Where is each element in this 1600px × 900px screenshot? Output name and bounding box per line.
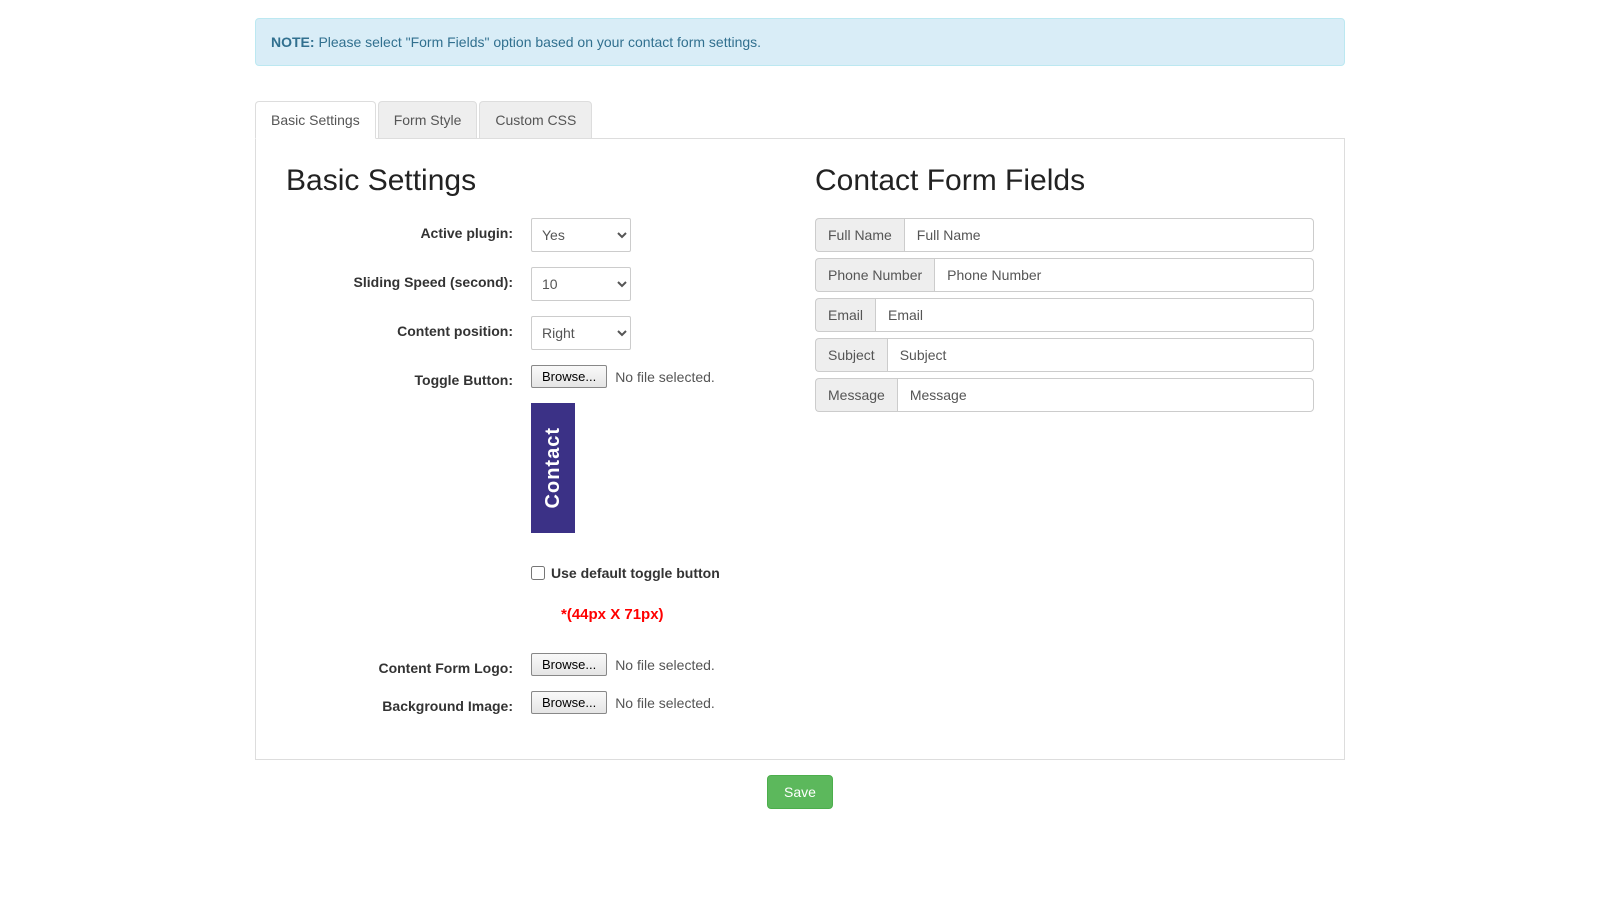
phone-number-input[interactable] xyxy=(934,258,1314,292)
toggle-file-status: No file selected. xyxy=(615,369,715,385)
field-addon: Message xyxy=(815,378,897,412)
toggle-browse-button[interactable]: Browse... xyxy=(531,365,607,388)
toggle-button-label: Toggle Button: xyxy=(286,365,531,388)
use-default-toggle-checkbox[interactable] xyxy=(531,566,545,580)
field-row-phone-number: Phone Number xyxy=(815,258,1314,292)
full-name-input[interactable] xyxy=(904,218,1314,252)
tab-form-style[interactable]: Form Style xyxy=(378,101,478,139)
sliding-speed-label: Sliding Speed (second): xyxy=(286,267,531,290)
tab-basic-settings[interactable]: Basic Settings xyxy=(255,101,376,139)
field-addon: Email xyxy=(815,298,875,332)
dimension-note: *(44px X 71px) xyxy=(561,606,785,623)
sliding-speed-select[interactable]: 10 xyxy=(531,267,631,301)
save-button[interactable]: Save xyxy=(767,775,833,809)
content-position-label: Content position: xyxy=(286,316,531,339)
toggle-preview-text: Contact xyxy=(542,427,565,508)
background-image-label: Background Image: xyxy=(286,691,531,714)
content-position-select[interactable]: Right xyxy=(531,316,631,350)
logo-file-status: No file selected. xyxy=(615,657,715,673)
field-row-message: Message xyxy=(815,378,1314,412)
active-plugin-label: Active plugin: xyxy=(286,218,531,241)
bg-file-status: No file selected. xyxy=(615,695,715,711)
field-row-email: Email xyxy=(815,298,1314,332)
basic-settings-heading: Basic Settings xyxy=(286,164,785,198)
field-addon: Subject xyxy=(815,338,887,372)
logo-browse-button[interactable]: Browse... xyxy=(531,653,607,676)
contact-form-fields-heading: Contact Form Fields xyxy=(815,164,1314,198)
field-row-full-name: Full Name xyxy=(815,218,1314,252)
subject-input[interactable] xyxy=(887,338,1314,372)
tab-custom-css[interactable]: Custom CSS xyxy=(479,101,592,139)
tab-panel: Basic Settings Active plugin: Yes Slidin… xyxy=(255,139,1345,760)
field-addon: Phone Number xyxy=(815,258,934,292)
alert-text: Please select "Form Fields" option based… xyxy=(315,34,761,50)
message-input[interactable] xyxy=(897,378,1314,412)
alert-prefix: NOTE: xyxy=(271,34,315,50)
email-input[interactable] xyxy=(875,298,1314,332)
content-form-logo-label: Content Form Logo: xyxy=(286,653,531,676)
tabs-nav: Basic Settings Form Style Custom CSS xyxy=(255,101,1345,139)
field-addon: Full Name xyxy=(815,218,904,252)
info-alert: NOTE: Please select "Form Fields" option… xyxy=(255,18,1345,66)
use-default-toggle-label: Use default toggle button xyxy=(551,565,720,581)
bg-browse-button[interactable]: Browse... xyxy=(531,691,607,714)
active-plugin-select[interactable]: Yes xyxy=(531,218,631,252)
toggle-button-preview: Contact xyxy=(531,403,575,533)
field-row-subject: Subject xyxy=(815,338,1314,372)
